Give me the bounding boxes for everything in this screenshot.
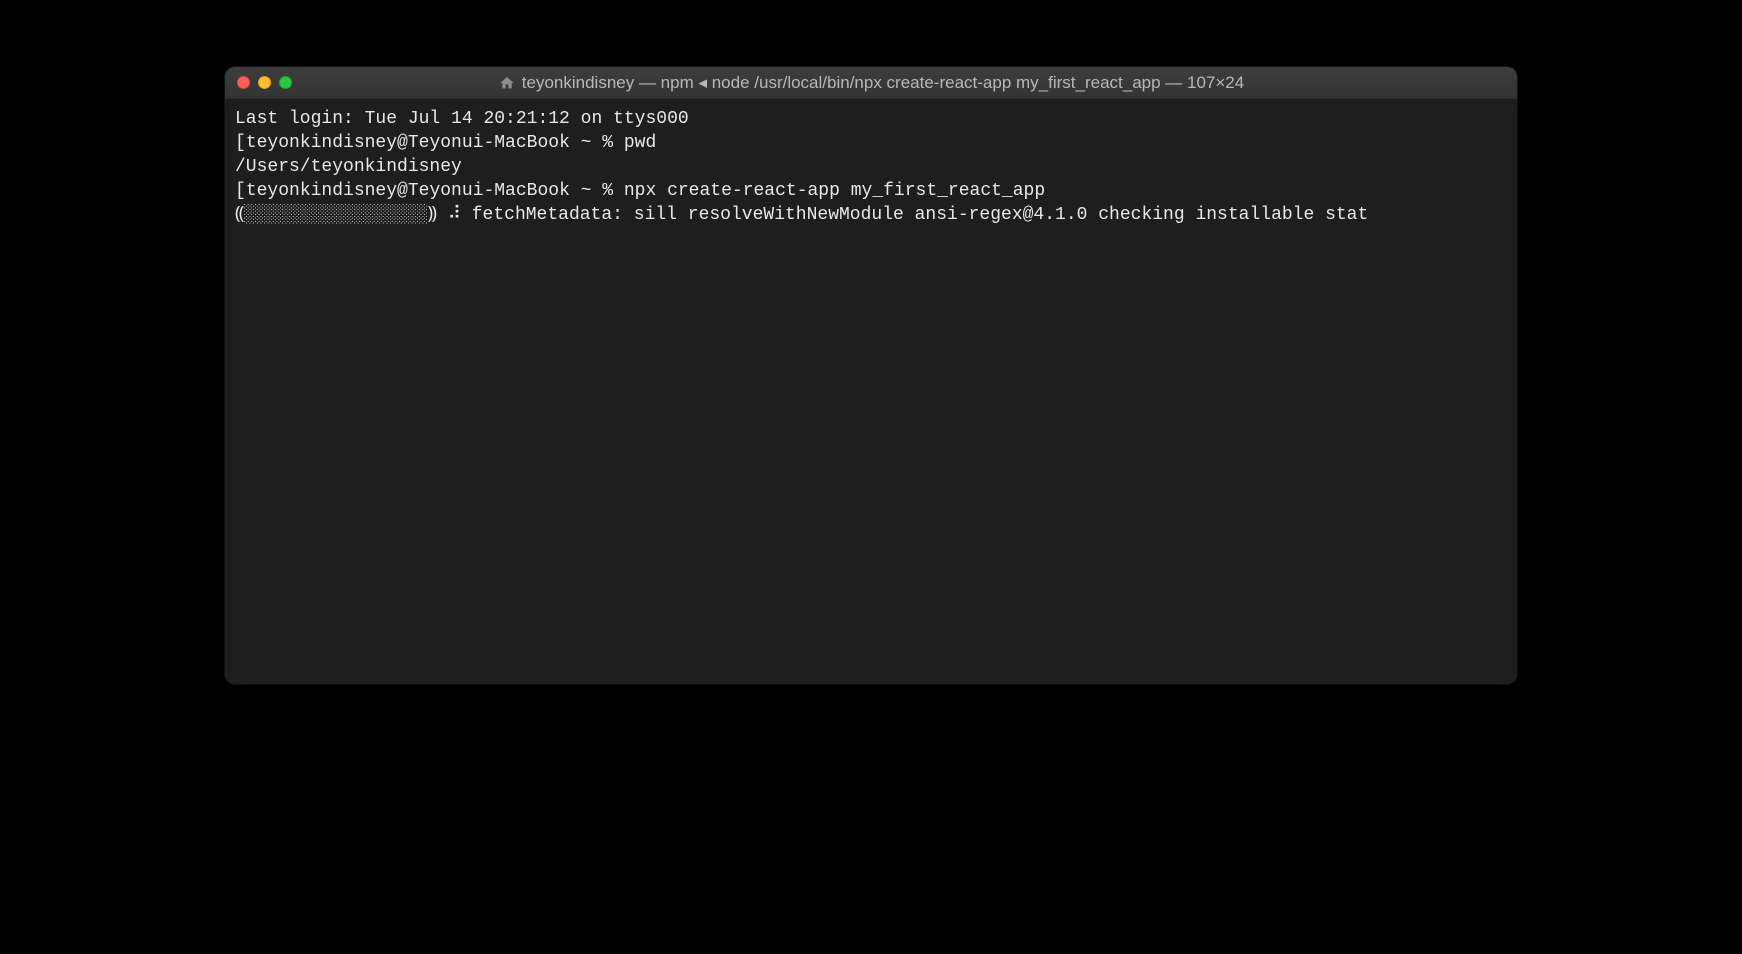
window-title: teyonkindisney — npm ◂ node /usr/local/b… (522, 73, 1244, 93)
titlebar[interactable]: teyonkindisney — npm ◂ node /usr/local/b… (225, 67, 1517, 99)
terminal-body[interactable]: Last login: Tue Jul 14 20:21:12 on ttys0… (225, 99, 1517, 235)
prompt-command: npx create-react-app my_first_react_app (624, 181, 1045, 201)
terminal-line-pwd-output: /Users/teyonkindisney (235, 155, 1507, 179)
npm-message: fetchMetadata: sill resolveWithNewModule… (461, 205, 1368, 225)
prompt-command: pwd (624, 133, 656, 153)
prompt-userhost: teyonkindisney@Teyonui-MacBook ~ % (246, 133, 624, 153)
terminal-line-prompt-1: [teyonkindisney@Teyonui-MacBook ~ % pwd (235, 131, 1507, 155)
window-title-container: teyonkindisney — npm ◂ node /usr/local/b… (238, 73, 1505, 93)
bracket-open: [ (235, 133, 246, 153)
spinner-icon: ⠼ (448, 203, 461, 227)
terminal-line-npm-progress: ⸨░░░░░░░░░░░░░░░░░⸩ ⠼ fetchMetadata: sil… (235, 203, 1507, 227)
home-icon (499, 75, 515, 91)
prompt-userhost: teyonkindisney@Teyonui-MacBook ~ % (246, 181, 624, 201)
terminal-line-prompt-2: [teyonkindisney@Teyonui-MacBook ~ % npx … (235, 179, 1507, 203)
terminal-line-last-login: Last login: Tue Jul 14 20:21:12 on ttys0… (235, 107, 1507, 131)
progress-bracket-close: ⸩ (428, 205, 448, 225)
progress-bracket-open: ⸨ (235, 205, 244, 225)
progress-dots: ░░░░░░░░░░░░░░░░░ (244, 205, 428, 225)
terminal-window: teyonkindisney — npm ◂ node /usr/local/b… (225, 67, 1517, 684)
bracket-open: [ (235, 181, 246, 201)
